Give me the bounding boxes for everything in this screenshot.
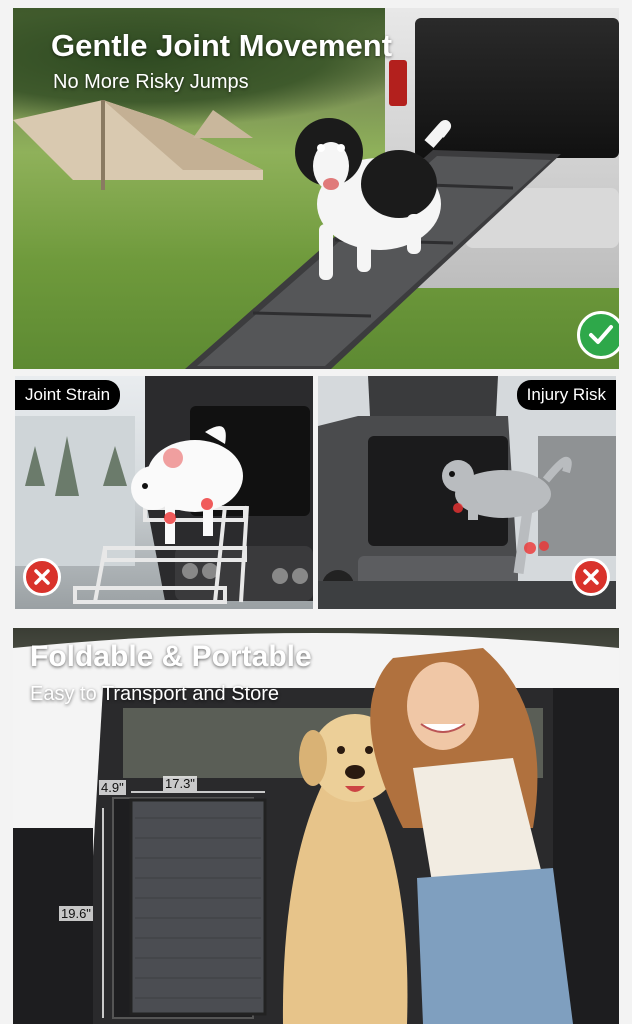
- height-dimension-label: 19.6": [59, 906, 93, 921]
- foldable-portable-panel: Foldable & Portable Easy to Transport an…: [13, 628, 619, 1024]
- portable-subtitle: Easy to Transport and Store: [30, 683, 280, 705]
- injury-risk-label: Injury Risk: [516, 380, 616, 410]
- border-collie-dog: [295, 118, 452, 280]
- checkmark-icon: [577, 311, 619, 359]
- hero-photo-panel: Gentle Joint Movement No More Risky Jump…: [13, 8, 619, 369]
- hero-subtitle: No More Risky Jumps: [53, 71, 249, 93]
- cross-icon: [572, 558, 610, 596]
- depth-dimension-label: 4.9": [99, 780, 126, 795]
- portable-title: Foldable & Portable: [30, 640, 312, 673]
- joint-strain-label: Joint Strain: [15, 380, 121, 410]
- width-dimension-label: 17.3": [163, 776, 197, 791]
- hero-title: Gentle Joint Movement: [51, 28, 393, 63]
- cross-icon: [23, 558, 61, 596]
- injury-risk-panel: Injury Risk: [318, 376, 616, 609]
- joint-strain-panel: Joint Strain: [15, 376, 313, 609]
